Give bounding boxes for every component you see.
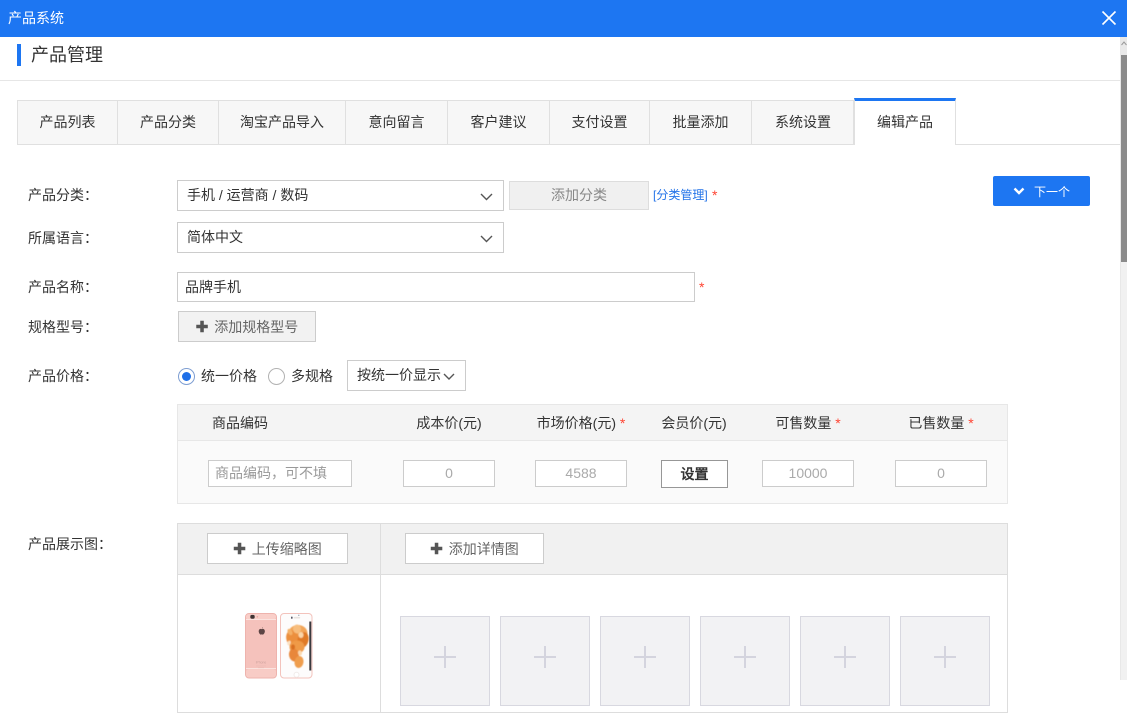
svg-text:iPhone: iPhone — [256, 661, 267, 665]
